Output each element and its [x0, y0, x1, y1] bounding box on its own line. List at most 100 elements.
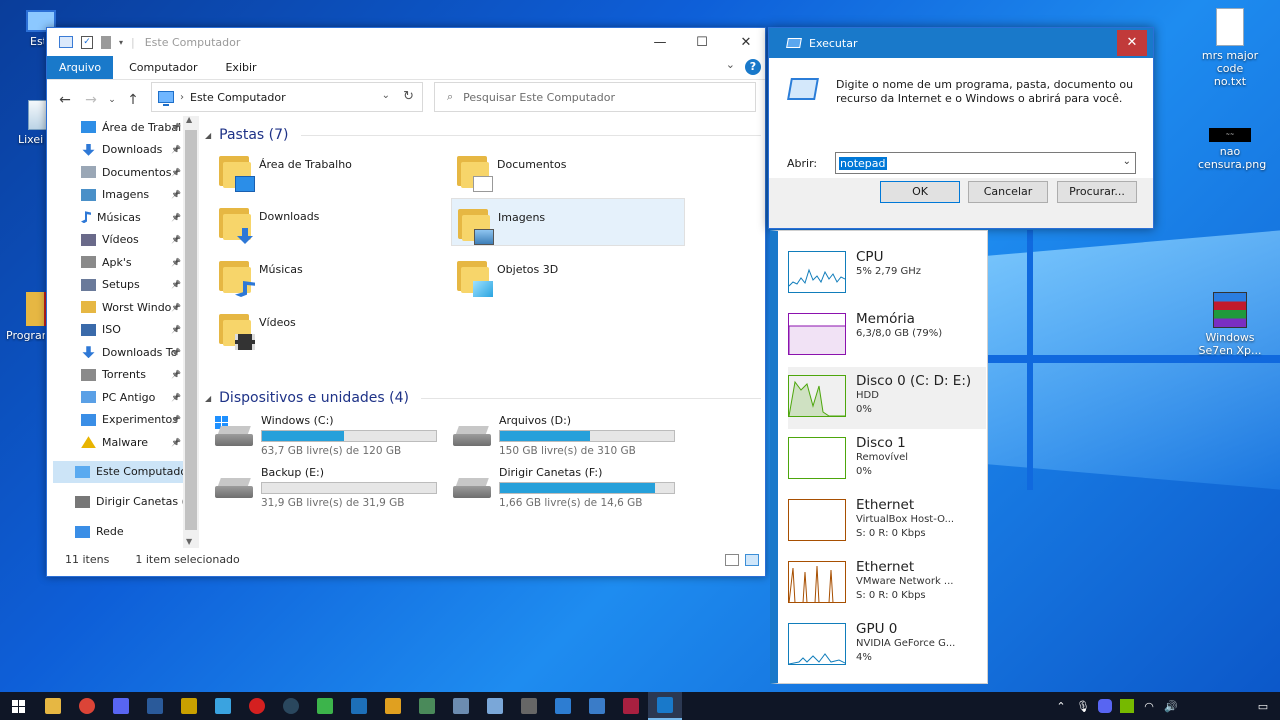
sidebar-item[interactable]: PC Antigo 📌 — [53, 386, 183, 409]
discord-icon[interactable] — [1098, 699, 1112, 713]
sidebar-item[interactable]: Este Computador — [53, 460, 183, 483]
sidebar-item[interactable]: Dirigir Canetas (F: — [53, 491, 183, 514]
sidebar-item[interactable]: Músicas 📌 — [53, 206, 183, 229]
sidebar-item[interactable]: Setups 📌 — [53, 274, 183, 297]
folder-item[interactable]: Área de Trabalho — [213, 146, 447, 194]
address-text[interactable]: Este Computador — [190, 91, 286, 104]
maximize-button[interactable]: ☐ — [679, 28, 725, 56]
paint-icon[interactable] — [580, 692, 614, 720]
address-dropdown-icon[interactable]: ⌄ — [382, 90, 390, 101]
volume-icon[interactable]: 🔊 — [1164, 699, 1178, 713]
drive-item[interactable]: Dirigir Canetas (F:) 1,66 GB livre(s) de … — [451, 466, 691, 514]
sidebar-item[interactable]: Apk's 📌 — [53, 251, 183, 274]
pin-icon[interactable]: 📌 — [171, 190, 181, 199]
pin-icon[interactable]: 📌 — [171, 145, 181, 154]
pin-icon[interactable]: 📌 — [171, 370, 181, 379]
pin-icon[interactable]: 📌 — [171, 123, 181, 132]
desktop-icon-image-file[interactable]: ~~ nao censura.png — [1190, 128, 1270, 171]
search-box[interactable]: ⌕ Pesquisar Este Computador — [434, 82, 756, 112]
run-command-input[interactable]: notepad ⌄ — [835, 152, 1136, 174]
sidebar-item[interactable]: Downloads 📌 — [53, 139, 183, 162]
refresh-icon[interactable]: ↻ — [403, 89, 414, 104]
app-icon[interactable] — [478, 692, 512, 720]
properties-check-icon[interactable]: ✓ — [81, 35, 93, 49]
large-icons-view-icon[interactable] — [745, 554, 759, 566]
pin-icon[interactable]: 📌 — [171, 168, 181, 177]
perf-item[interactable]: Ethernet VirtualBox Host-O... S: 0 R: 0 Kb… — [788, 491, 986, 553]
up-arrow-icon[interactable]: ↑ — [123, 92, 143, 108]
folder-item[interactable]: Downloads — [213, 198, 447, 246]
app-icon[interactable] — [444, 692, 478, 720]
devices-group-header[interactable]: ◢ Dispositivos e unidades (4) — [205, 385, 761, 411]
sidebar-item[interactable]: Malware 📌 — [53, 431, 183, 454]
nvidia-icon[interactable] — [1120, 699, 1134, 713]
scroll-down-icon[interactable]: ▼ — [186, 537, 192, 546]
pin-icon[interactable]: 📌 — [171, 235, 181, 244]
drive-item[interactable]: Windows (C:) 63,7 GB livre(s) de 120 GB — [213, 414, 453, 462]
close-button[interactable]: ✕ — [1117, 30, 1147, 56]
perf-item[interactable]: CPU 5% 2,79 GHz — [788, 243, 986, 305]
folder-item[interactable]: Músicas — [213, 251, 447, 299]
app-icon[interactable] — [410, 692, 444, 720]
folder-item[interactable]: Vídeos — [213, 304, 447, 352]
show-hidden-icons-icon[interactable]: ⌃ — [1054, 699, 1068, 713]
sidebar-item[interactable]: Rede — [53, 521, 183, 544]
scroll-up-icon[interactable]: ▲ — [186, 115, 192, 124]
minimize-button[interactable]: — — [637, 28, 683, 56]
sidebar-item[interactable]: Worst Windo 📌 — [53, 296, 183, 319]
folder-item[interactable]: Imagens — [451, 198, 685, 246]
pin-icon[interactable]: 📌 — [171, 393, 181, 402]
help-button[interactable]: ? — [745, 59, 761, 75]
pin-icon[interactable]: 📌 — [171, 303, 181, 312]
cancel-button[interactable]: Cancelar — [968, 181, 1048, 203]
desktop-icon-archive[interactable]: Windows Se7en Xp... — [1190, 292, 1270, 357]
perf-item[interactable]: GPU 0 NVIDIA GeForce G... 4% — [788, 615, 986, 677]
pin-icon[interactable]: 📌 — [171, 348, 181, 357]
app-icon[interactable] — [172, 692, 206, 720]
pin-icon[interactable]: 📌 — [171, 325, 181, 334]
folders-group-header[interactable]: ◢ Pastas (7) — [205, 122, 761, 148]
run-icon[interactable] — [648, 692, 682, 720]
sidebar-item[interactable]: Torrents 📌 — [53, 364, 183, 387]
app-icon[interactable] — [308, 692, 342, 720]
vmware-icon[interactable] — [342, 692, 376, 720]
desktop-icon-text-file[interactable]: mrs major code no.txt — [1190, 8, 1270, 88]
drive-item[interactable]: Backup (E:) 31,9 GB livre(s) de 31,9 GB — [213, 466, 453, 514]
address-bar[interactable]: › Este Computador ⌄ ↻ — [151, 82, 423, 112]
sidebar-item[interactable]: ISO 📌 — [53, 319, 183, 342]
pin-icon[interactable]: 📌 — [171, 213, 181, 222]
start-button[interactable] — [0, 692, 36, 720]
perf-item[interactable]: Memória 6,3/8,0 GB (79%) — [788, 305, 986, 367]
recorder-icon[interactable] — [240, 692, 274, 720]
pin-icon[interactable]: 📌 — [171, 415, 181, 424]
microphone-icon[interactable]: 🎙 — [1076, 699, 1090, 713]
collapse-caret-icon[interactable]: ◢ — [205, 131, 211, 140]
new-folder-icon[interactable] — [101, 35, 111, 49]
tab-computador[interactable]: Computador — [113, 56, 209, 79]
pin-icon[interactable]: 📌 — [171, 438, 181, 447]
chevron-down-icon[interactable]: ⌄ — [1123, 156, 1131, 167]
sidebar-item[interactable]: Área de Trabal 📌 — [53, 116, 183, 139]
perf-item[interactable]: Disco 0 (C: D: E:) HDD 0% — [788, 367, 986, 429]
steam-icon[interactable] — [274, 692, 308, 720]
run-dialog-titlebar[interactable]: Executar — [769, 28, 1153, 58]
sidebar-item[interactable]: Downloads To 📌 — [53, 341, 183, 364]
network-icon[interactable]: ◠ — [1142, 699, 1156, 713]
navigation-pane-scrollbar[interactable]: ▲ ▼ — [183, 115, 199, 548]
folder-item[interactable]: Objetos 3D — [451, 251, 685, 299]
details-view-icon[interactable] — [725, 554, 739, 566]
perf-item[interactable]: Disco 1 Removível 0% — [788, 429, 986, 491]
scrollbar-thumb[interactable] — [185, 130, 197, 530]
sidebar-item[interactable]: Vídeos 📌 — [53, 229, 183, 252]
customize-quick-access-icon[interactable]: ▾ — [119, 38, 123, 47]
drive-item[interactable]: Arquivos (D:) 150 GB livre(s) de 310 GB — [451, 414, 691, 462]
forward-arrow-icon[interactable]: → — [81, 92, 101, 108]
app-icon[interactable] — [546, 692, 580, 720]
folder-item[interactable]: Documentos — [451, 146, 685, 194]
tab-arquivo[interactable]: Arquivo — [47, 56, 114, 79]
run-command-value[interactable]: notepad — [839, 156, 887, 170]
winrar-icon[interactable] — [614, 692, 648, 720]
collapse-caret-icon[interactable]: ◢ — [205, 394, 211, 403]
back-arrow-icon[interactable]: ← — [55, 92, 75, 108]
input-language-icon[interactable] — [1186, 699, 1210, 713]
